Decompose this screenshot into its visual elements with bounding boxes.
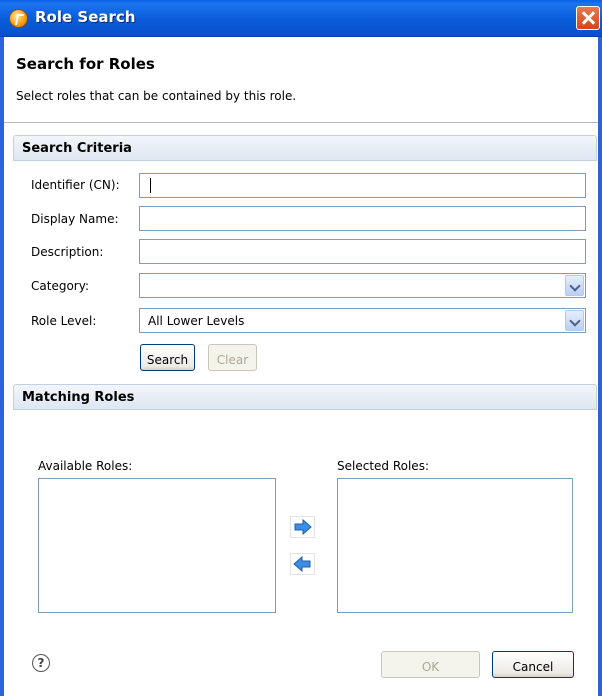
available-roles-label: Available Roles: — [38, 459, 133, 473]
display-name-label: Display Name: — [31, 212, 119, 226]
search-criteria-header: Search Criteria — [13, 135, 597, 161]
selected-roles-label: Selected Roles: — [337, 459, 429, 473]
role-level-label: Role Level: — [31, 314, 97, 328]
chevron-down-icon[interactable] — [565, 275, 584, 296]
add-role-button[interactable] — [290, 516, 315, 538]
window-title: Role Search — [35, 8, 136, 26]
description-label: Description: — [31, 245, 104, 259]
identifier-label: Identifier (CN): — [31, 178, 120, 192]
chevron-down-icon[interactable] — [565, 310, 584, 331]
text-caret — [150, 178, 151, 193]
cancel-button[interactable]: Cancel — [492, 651, 574, 678]
category-select[interactable] — [139, 273, 586, 298]
identifier-field[interactable] — [139, 173, 586, 198]
ok-button[interactable]: OK — [381, 651, 480, 678]
arrow-left-icon — [293, 555, 311, 573]
help-icon[interactable]: ? — [32, 654, 50, 672]
page-description: Select roles that can be contained by th… — [16, 89, 297, 103]
window-titlebar: Role Search — [0, 0, 602, 37]
clear-button[interactable]: Clear — [208, 344, 257, 371]
role-level-select[interactable]: All Lower Levels — [139, 308, 586, 333]
arrow-right-icon — [294, 518, 312, 536]
page-title: Search for Roles — [16, 55, 155, 73]
available-roles-list[interactable] — [38, 478, 276, 613]
matching-roles-header: Matching Roles — [13, 384, 597, 410]
remove-role-button[interactable] — [290, 553, 315, 575]
role-app-icon — [9, 9, 28, 28]
search-button[interactable]: Search — [140, 344, 195, 371]
display-name-field[interactable] — [139, 206, 586, 231]
window-frame-right — [598, 37, 602, 696]
description-field[interactable] — [139, 239, 586, 264]
close-icon[interactable] — [576, 6, 600, 30]
role-level-value: All Lower Levels — [148, 314, 245, 328]
dialog-header — [4, 37, 598, 123]
selected-roles-list[interactable] — [337, 478, 573, 613]
category-label: Category: — [31, 279, 89, 293]
